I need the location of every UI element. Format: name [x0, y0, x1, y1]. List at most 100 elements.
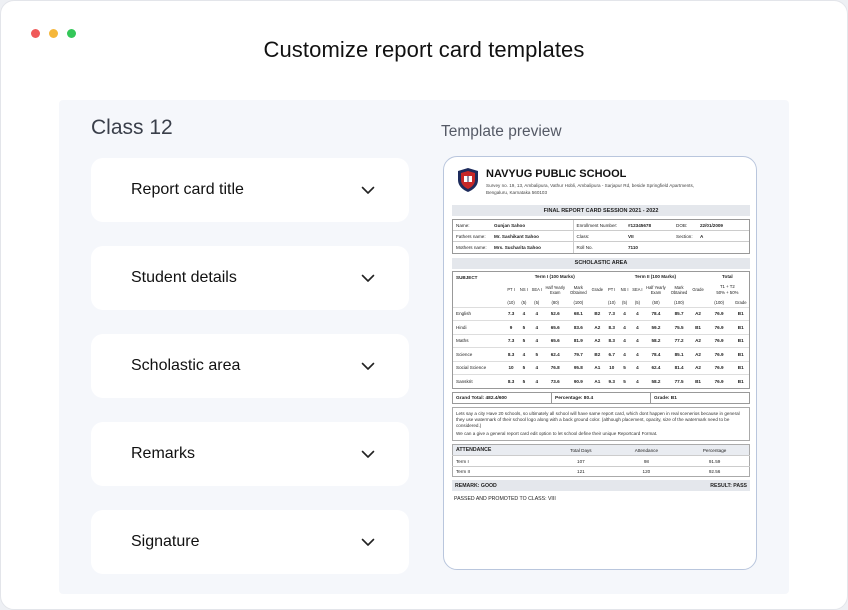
score-cell: 4 [530, 374, 544, 389]
remark-value: REMARK: GOOD [455, 482, 497, 489]
score-cell: 62.4 [543, 347, 568, 362]
section-report-card-title[interactable]: Report card title [91, 158, 409, 222]
sub-header: SEA I [632, 287, 643, 293]
score-cell: 4 [530, 320, 544, 335]
term2-header: Term II (100 Marks) [634, 274, 677, 280]
sub-header: Grade [692, 287, 704, 293]
score-cell: 10 [504, 360, 518, 375]
score-cell: 8.3 [504, 374, 518, 389]
score-cell: 4 [530, 360, 544, 375]
roll-label: Roll No. [572, 241, 625, 253]
score-cell: 4 [618, 306, 631, 321]
score-cell: 5 [517, 360, 531, 375]
section-signature[interactable]: Signature [91, 510, 409, 574]
section-student-details[interactable]: Student details [91, 246, 409, 310]
score-cell: 76.9 [705, 360, 733, 375]
score-cell: 4 [630, 360, 645, 375]
score-cell: 76.8 [543, 360, 568, 375]
subject-name: Science [453, 347, 505, 362]
score-cell: 76.9 [705, 347, 733, 362]
chevron-down-icon [361, 538, 375, 546]
score-cell: 7.3 [504, 333, 518, 348]
max-mark: (5) [521, 299, 527, 305]
school-crest-icon [458, 168, 478, 192]
score-cell: 85.7 [667, 306, 691, 321]
score-cell: B1 [732, 360, 749, 375]
score-cell: 68.1 [567, 306, 590, 321]
score-cell: 78.4 [644, 347, 668, 362]
enroll-number: #12345678 [625, 220, 673, 232]
mother-label: Mothers name: [456, 244, 487, 250]
sub-header: Mark Obtained [670, 284, 688, 295]
father-name: Mr. Sashikant Sahoo [491, 230, 573, 243]
score-cell: 9.3 [605, 374, 619, 389]
score-cell: 81.9 [567, 333, 590, 348]
score-cell: 83.6 [567, 320, 590, 335]
score-cell: A1 [589, 360, 606, 375]
score-cell: A2 [589, 320, 606, 335]
mother-name: Mrs. Sucharita Sahoo [494, 244, 541, 250]
chevron-down-icon [361, 186, 375, 194]
section-scholastic-area[interactable]: Scholastic area [91, 334, 409, 398]
max-mark: (100) [714, 299, 724, 305]
table-row: Hindi 9 5 4 65.6 83.6 A2 8.3 4 4 59.2 75.5 B1 76.9 B1 [453, 320, 749, 335]
scholastic-title: SCHOLASTIC AREA [452, 257, 750, 269]
section-label-rc: Section: [673, 230, 697, 243]
table-row: Maths 7.3 5 4 65.6 81.9 A2 8.3 4 4 58.2 77.2 A2 76.9 B… [453, 333, 749, 348]
score-cell: 5 [517, 374, 531, 389]
score-cell: B2 [589, 306, 606, 321]
promoted-text: PASSED AND PROMOTED TO CLASS: VIII [454, 496, 556, 503]
attendance-row: Term I 107 98 91.59 [452, 455, 750, 467]
page-title: Customize report card templates [263, 37, 585, 62]
score-cell: 7.3 [605, 306, 619, 321]
score-cell: 4 [530, 306, 544, 321]
section-label: Scholastic area [131, 357, 241, 374]
score-cell: B1 [732, 374, 749, 389]
remarks-text: Lets say a city Have 20 schools, so ulti… [452, 407, 750, 442]
sub-header: PT I [608, 287, 616, 293]
score-cell: 4 [630, 347, 645, 362]
enroll-label: Enrollment Number: [572, 220, 625, 232]
subject-name: Maths [453, 333, 505, 348]
score-cell: 59.2 [644, 320, 668, 335]
max-mark: (100) [674, 299, 684, 305]
remarks-paragraph-2: We can a give a general report card edit… [456, 431, 658, 437]
template-preview-card[interactable]: NAVYUG PUBLIC SCHOOL Survey no. 19, 13, … [443, 156, 757, 570]
chevron-down-icon [361, 362, 375, 370]
score-cell: B1 [690, 374, 706, 389]
class-value: VII [625, 230, 673, 243]
score-cell: 8.3 [605, 333, 619, 348]
score-cell: 85.1 [667, 347, 691, 362]
school-address: Survey no. 19, 13, Ambalipura, Vathur Ho… [486, 183, 695, 195]
term1-header: Term I (100 Marks) [534, 274, 575, 280]
sub-header: NS I [620, 287, 629, 293]
sub-header: Half Yearly Exam [646, 284, 666, 295]
roll-value: 7110 [628, 244, 638, 250]
sub-header: PT I [507, 287, 515, 293]
score-cell: 77.5 [667, 374, 691, 389]
result-value: RESULT: PASS [710, 482, 747, 489]
score-cell: 4 [530, 333, 544, 348]
score-cell: 9 [504, 320, 518, 335]
score-cell: 76.9 [705, 320, 733, 335]
max-mark: (50) [652, 299, 660, 305]
score-cell: 52.6 [543, 306, 568, 321]
section-label: Student details [131, 269, 237, 286]
subject-name: Sanskrit [453, 374, 505, 389]
total-header: Total [722, 274, 733, 280]
score-cell: A1 [589, 374, 606, 389]
school-name: NAVYUG PUBLIC SCHOOL [486, 168, 627, 180]
score-cell: B2 [589, 347, 606, 362]
max-mark: (10) [608, 299, 616, 305]
report-card: NAVYUG PUBLIC SCHOOL Survey no. 19, 13, … [452, 167, 750, 502]
score-cell: 78.4 [644, 306, 668, 321]
section-remarks[interactable]: Remarks [91, 422, 409, 486]
score-cell: 62.4 [644, 360, 668, 375]
score-cell: 8.3 [605, 320, 619, 335]
grand-total: Grand Total: 482.4/600 [453, 393, 552, 404]
score-cell: 7.3 [504, 306, 518, 321]
score-cell: 76.9 [705, 374, 733, 389]
max-mark [690, 298, 705, 308]
score-cell: 81.4 [667, 360, 691, 375]
max-mark: (5) [634, 299, 640, 305]
